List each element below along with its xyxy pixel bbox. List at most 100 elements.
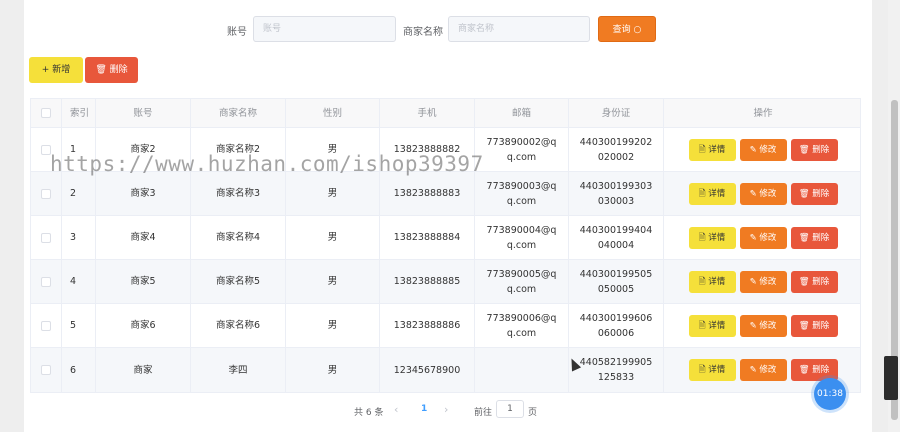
cell-phone: 13823888883 — [380, 172, 475, 215]
cell-index: 5 — [62, 304, 96, 347]
edit-button[interactable]: ✎ 修改 — [739, 226, 787, 249]
edit-button[interactable]: ✎ 修改 — [739, 314, 787, 337]
cell-index: 2 — [62, 172, 96, 215]
cell-account: 商家4 — [96, 216, 191, 259]
side-widget — [884, 356, 898, 400]
detail-button[interactable]: 🗎 详情 — [688, 359, 736, 381]
row-checkbox[interactable] — [41, 232, 51, 243]
cell-gender: 男 — [286, 216, 380, 259]
detail-button[interactable]: 🗎 详情 — [688, 270, 736, 293]
cell-account: 商家5 — [96, 260, 191, 303]
cell-account: 商家3 — [96, 172, 191, 215]
row-checkbox-cell[interactable] — [31, 216, 62, 259]
cell-id-card: 440300199202020002 — [569, 128, 664, 171]
merchant-name-input[interactable]: 商家名称 — [448, 16, 590, 42]
header-select-all[interactable] — [31, 99, 62, 127]
detail-button[interactable]: 🗎 详情 — [688, 314, 736, 337]
cell-merchant: 商家名称4 — [191, 216, 286, 259]
cell-gender: 男 — [286, 348, 380, 392]
pagination-total: 共 6 条 — [354, 408, 384, 418]
cell-id-card: 440582199905125833 — [569, 348, 664, 392]
cell-email — [475, 348, 569, 392]
page-suffix-label: 页 — [528, 408, 538, 418]
cell-index: 4 — [62, 260, 96, 303]
cell-actions: 🗎 详情 ✎ 修改 🗑 删除 — [664, 260, 862, 303]
cell-email: 773890002@qq.com — [475, 128, 569, 171]
cell-email: 773890005@qq.com — [475, 260, 569, 303]
header-actions: 操作 — [753, 107, 773, 119]
data-table: 索引 账号 商家名称 性别 手机 邮箱 身份证 操作 1 商家2 商家名称2 男 138… — [30, 98, 861, 393]
cell-merchant: 商家名称6 — [191, 304, 286, 347]
edit-button[interactable]: ✎ 修改 — [739, 182, 787, 205]
row-checkbox[interactable] — [41, 365, 51, 375]
cell-index: 6 — [62, 348, 96, 392]
delete-button[interactable]: 🗑 删除 — [790, 182, 838, 205]
account-label: 账号 — [227, 27, 247, 38]
watermark-text: https://www.huzhan.com/ishop39397 — [50, 152, 484, 176]
next-page-button[interactable]: › — [444, 403, 448, 416]
cell-gender: 男 — [286, 172, 380, 215]
left-background — [0, 0, 24, 432]
cell-merchant: 李四 — [191, 348, 286, 392]
header-id-card: 身份证 — [569, 99, 664, 127]
account-input[interactable]: 账号 — [253, 16, 396, 42]
cell-merchant: 商家名称3 — [191, 172, 286, 215]
query-button[interactable]: 查询 ○ — [598, 16, 656, 42]
cell-id-card: 440300199505050005 — [569, 260, 664, 303]
cell-email: 773890006@qq.com — [475, 304, 569, 347]
table-row: 5 商家6 商家名称6 男 13823888886 773890006@qq.com 440… — [31, 304, 860, 348]
cell-gender: 男 — [286, 304, 380, 347]
cell-gender: 男 — [286, 260, 380, 303]
table-row: 3 商家4 商家名称4 男 13823888884 773890004@qq.com 440… — [31, 216, 860, 260]
table-row: 6 商家 李四男 12345678900 440582199905125833 🗎 详情 ✎… — [31, 348, 860, 392]
cell-actions: 🗎 详情 ✎ 修改 🗑 删除 — [664, 216, 862, 259]
merchant-name-label: 商家名称 — [403, 27, 443, 38]
detail-button[interactable]: 🗎 详情 — [688, 182, 736, 205]
row-checkbox[interactable] — [41, 188, 51, 199]
detail-button[interactable]: 🗎 详情 — [688, 138, 736, 161]
cell-actions: 🗎 详情 ✎ 修改 🗑 删除 — [664, 128, 862, 171]
row-checkbox[interactable] — [41, 320, 51, 331]
cell-account: 商家6 — [96, 304, 191, 347]
goto-label: 前往 — [474, 408, 493, 418]
cell-phone: 13823888886 — [380, 304, 475, 347]
row-checkbox-cell[interactable] — [31, 348, 62, 392]
prev-page-button[interactable]: ‹ — [394, 403, 398, 416]
cell-id-card: 440300199303030003 — [569, 172, 664, 215]
cell-id-card: 440300199606060006 — [569, 304, 664, 347]
header-email: 邮箱 — [475, 99, 569, 127]
cell-email: 773890004@qq.com — [475, 216, 569, 259]
row-checkbox-cell[interactable] — [31, 304, 62, 347]
batch-delete-button[interactable]: 🗑 删除 — [85, 57, 138, 83]
cell-actions: 🗎 详情 ✎ 修改 🗑 删除 — [664, 304, 862, 347]
row-checkbox-cell[interactable] — [31, 172, 62, 215]
header-merchant: 商家名称 — [191, 99, 286, 127]
row-checkbox-cell[interactable] — [31, 260, 62, 303]
delete-button[interactable]: 🗑 删除 — [790, 138, 838, 161]
timer-badge[interactable]: 01:38 — [814, 378, 846, 410]
cell-merchant: 商家名称5 — [191, 260, 286, 303]
delete-button[interactable]: 🗑 删除 — [790, 314, 838, 337]
cell-id-card: 440300199404040004 — [569, 216, 664, 259]
table-header-row: 索引 账号 商家名称 性别 手机 邮箱 身份证 操作 — [31, 99, 860, 128]
row-checkbox[interactable] — [41, 276, 51, 287]
cell-phone: 13823888885 — [380, 260, 475, 303]
header-phone: 手机 — [380, 99, 475, 127]
edit-button[interactable]: ✎ 修改 — [739, 270, 787, 293]
delete-button[interactable]: 🗑 删除 — [790, 270, 838, 293]
goto-page-input[interactable]: 1 — [496, 400, 524, 418]
header-index: 索引 — [62, 99, 96, 127]
page-number-1[interactable]: 1 — [421, 404, 427, 414]
select-all-checkbox[interactable] — [41, 108, 51, 118]
table-row: 4 商家5 商家名称5 男 13823888885 773890005@qq.com 440… — [31, 260, 860, 304]
edit-button[interactable]: ✎ 修改 — [739, 359, 787, 381]
cell-account: 商家 — [96, 348, 191, 392]
delete-button[interactable]: 🗑 删除 — [790, 226, 838, 249]
cell-actions: 🗎 详情 ✎ 修改 🗑 删除 — [664, 172, 862, 215]
edit-button[interactable]: ✎ 修改 — [739, 138, 787, 161]
header-gender: 性别 — [286, 99, 380, 127]
header-account: 账号 — [96, 99, 191, 127]
add-button[interactable]: + 新增 — [29, 57, 83, 83]
detail-button[interactable]: 🗎 详情 — [688, 226, 736, 249]
cell-phone: 13823888884 — [380, 216, 475, 259]
